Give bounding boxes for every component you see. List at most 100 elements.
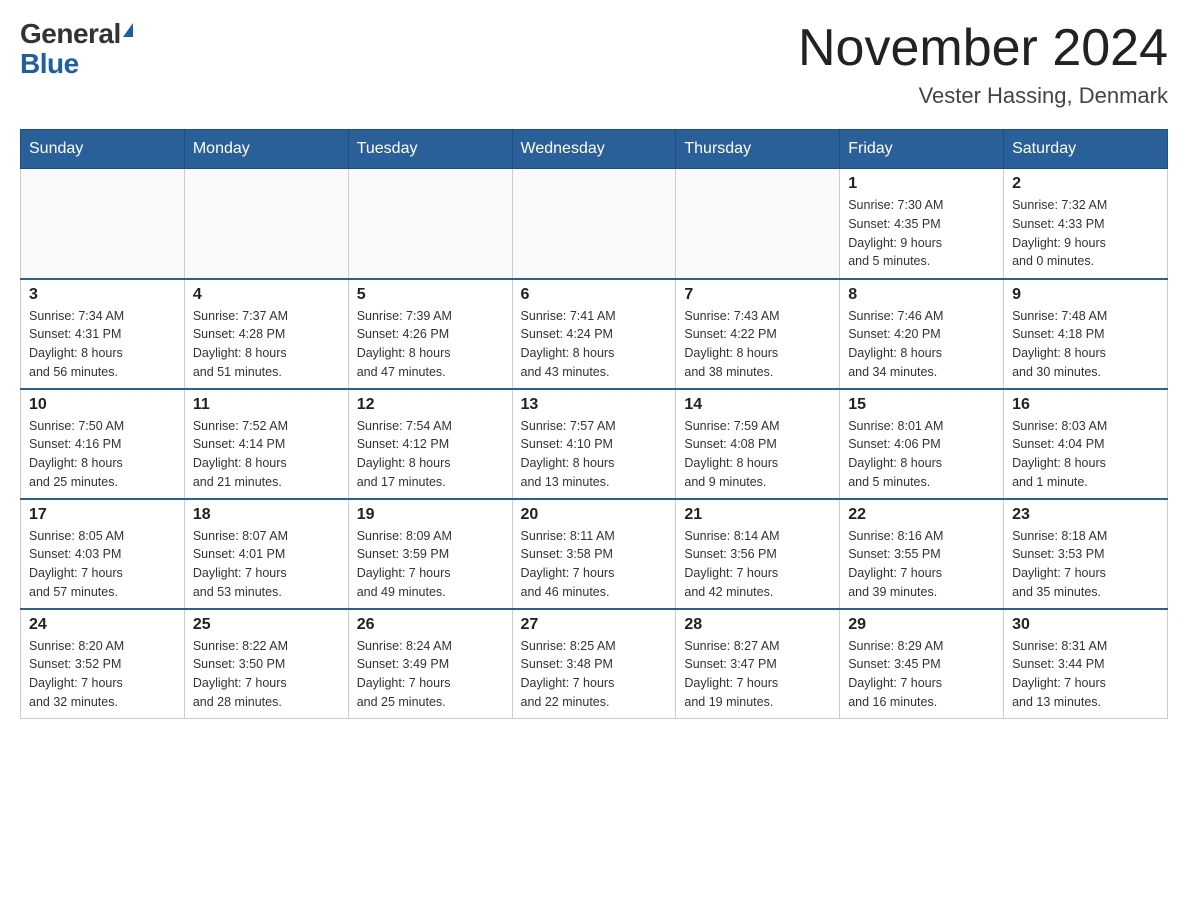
month-title: November 2024	[798, 20, 1168, 77]
day-number: 26	[357, 616, 504, 634]
day-number: 11	[193, 396, 340, 414]
calendar-cell: 19Sunrise: 8:09 AMSunset: 3:59 PMDayligh…	[348, 499, 512, 609]
day-number: 25	[193, 616, 340, 634]
day-number: 9	[1012, 286, 1159, 304]
day-info: Sunrise: 8:03 AMSunset: 4:04 PMDaylight:…	[1012, 417, 1159, 492]
day-info: Sunrise: 8:20 AMSunset: 3:52 PMDaylight:…	[29, 637, 176, 712]
calendar-cell	[184, 169, 348, 279]
calendar-week-2: 3Sunrise: 7:34 AMSunset: 4:31 PMDaylight…	[21, 279, 1168, 389]
day-number: 24	[29, 616, 176, 634]
calendar-cell: 5 Sunrise: 7:39 AMSunset: 4:26 PMDaylight…	[348, 279, 512, 389]
calendar-cell: 23 Sunrise: 8:18 AMSunset: 3:53 PMDayligh…	[1004, 499, 1168, 609]
day-info: Sunrise: 7:30 AMSunset: 4:35 PMDaylight:…	[848, 196, 995, 271]
calendar-cell: 10 Sunrise: 7:50 AMSunset: 4:16 PMDayligh…	[21, 389, 185, 499]
day-number: 4	[193, 286, 340, 304]
calendar-cell	[676, 169, 840, 279]
calendar-cell: 15 Sunrise: 8:01 AMSunset: 4:06 PMDayligh…	[840, 389, 1004, 499]
day-info: Sunrise: 7:46 AMSunset: 4:20 PMDaylight:…	[848, 307, 995, 382]
logo-general-text: General	[20, 20, 121, 48]
day-info: Sunrise: 7:54 AMSunset: 4:12 PMDaylight:…	[357, 417, 504, 492]
day-info: Sunrise: 7:48 AMSunset: 4:18 PMDaylight:…	[1012, 307, 1159, 382]
day-number: 22	[848, 506, 995, 524]
calendar-cell: 11 Sunrise: 7:52 AMSunset: 4:14 PMDayligh…	[184, 389, 348, 499]
calendar-cell: 17 Sunrise: 8:05 AMSunset: 4:03 PMDayligh…	[21, 499, 185, 609]
calendar-cell: 27 Sunrise: 8:25 AMSunset: 3:48 PMDayligh…	[512, 609, 676, 719]
day-number: 12	[357, 396, 504, 414]
day-number: 21	[684, 506, 831, 524]
day-number: 23	[1012, 506, 1159, 524]
calendar-cell: 29 Sunrise: 8:29 AMSunset: 3:45 PMDayligh…	[840, 609, 1004, 719]
day-number: 13	[521, 396, 668, 414]
day-info: Sunrise: 7:52 AMSunset: 4:14 PMDaylight:…	[193, 417, 340, 492]
calendar-week-5: 24 Sunrise: 8:20 AMSunset: 3:52 PMDayligh…	[21, 609, 1168, 719]
calendar-cell: 16 Sunrise: 8:03 AMSunset: 4:04 PMDayligh…	[1004, 389, 1168, 499]
day-info: Sunrise: 8:31 AMSunset: 3:44 PMDaylight:…	[1012, 637, 1159, 712]
calendar-cell	[21, 169, 185, 279]
day-number: 16	[1012, 396, 1159, 414]
day-info: Sunrise: 7:32 AMSunset: 4:33 PMDaylight:…	[1012, 196, 1159, 271]
day-number: 14	[684, 396, 831, 414]
calendar-cell	[512, 169, 676, 279]
calendar-cell: 14 Sunrise: 7:59 AMSunset: 4:08 PMDayligh…	[676, 389, 840, 499]
calendar-table: SundayMondayTuesdayWednesdayThursdayFrid…	[20, 129, 1168, 719]
day-info: Sunrise: 8:29 AMSunset: 3:45 PMDaylight:…	[848, 637, 995, 712]
calendar-header-row: SundayMondayTuesdayWednesdayThursdayFrid…	[21, 130, 1168, 169]
day-info: Sunrise: 7:50 AMSunset: 4:16 PMDaylight:…	[29, 417, 176, 492]
calendar-cell: 12 Sunrise: 7:54 AMSunset: 4:12 PMDayligh…	[348, 389, 512, 499]
calendar-cell: 20Sunrise: 8:11 AMSunset: 3:58 PMDayligh…	[512, 499, 676, 609]
day-number: 17	[29, 506, 176, 524]
calendar-cell: 7Sunrise: 7:43 AMSunset: 4:22 PMDaylight…	[676, 279, 840, 389]
calendar-week-1: 1 Sunrise: 7:30 AMSunset: 4:35 PMDaylight…	[21, 169, 1168, 279]
calendar-header-sunday: Sunday	[21, 130, 185, 169]
calendar-cell	[348, 169, 512, 279]
day-number: 27	[521, 616, 668, 634]
calendar-cell: 24 Sunrise: 8:20 AMSunset: 3:52 PMDayligh…	[21, 609, 185, 719]
calendar-week-3: 10 Sunrise: 7:50 AMSunset: 4:16 PMDayligh…	[21, 389, 1168, 499]
calendar-header-thursday: Thursday	[676, 130, 840, 169]
day-number: 15	[848, 396, 995, 414]
page-header: General Blue November 2024 Vester Hassin…	[20, 20, 1168, 109]
title-section: November 2024 Vester Hassing, Denmark	[798, 20, 1168, 109]
day-number: 3	[29, 286, 176, 304]
day-number: 20	[521, 506, 668, 524]
calendar-cell: 3Sunrise: 7:34 AMSunset: 4:31 PMDaylight…	[21, 279, 185, 389]
day-number: 10	[29, 396, 176, 414]
day-info: Sunrise: 8:25 AMSunset: 3:48 PMDaylight:…	[521, 637, 668, 712]
day-number: 1	[848, 175, 995, 193]
calendar-cell: 13 Sunrise: 7:57 AMSunset: 4:10 PMDayligh…	[512, 389, 676, 499]
logo: General Blue	[20, 20, 133, 80]
calendar-cell: 9 Sunrise: 7:48 AMSunset: 4:18 PMDaylight…	[1004, 279, 1168, 389]
logo-arrow-icon	[123, 23, 133, 37]
day-number: 6	[521, 286, 668, 304]
logo-blue-text: Blue	[20, 48, 79, 80]
calendar-cell: 8 Sunrise: 7:46 AMSunset: 4:20 PMDaylight…	[840, 279, 1004, 389]
day-info: Sunrise: 8:18 AMSunset: 3:53 PMDaylight:…	[1012, 527, 1159, 602]
calendar-cell: 28Sunrise: 8:27 AMSunset: 3:47 PMDayligh…	[676, 609, 840, 719]
day-info: Sunrise: 7:59 AMSunset: 4:08 PMDaylight:…	[684, 417, 831, 492]
calendar-cell: 6Sunrise: 7:41 AMSunset: 4:24 PMDaylight…	[512, 279, 676, 389]
day-info: Sunrise: 7:57 AMSunset: 4:10 PMDaylight:…	[521, 417, 668, 492]
calendar-cell: 21 Sunrise: 8:14 AMSunset: 3:56 PMDayligh…	[676, 499, 840, 609]
day-number: 8	[848, 286, 995, 304]
calendar-header-monday: Monday	[184, 130, 348, 169]
day-info: Sunrise: 8:14 AMSunset: 3:56 PMDaylight:…	[684, 527, 831, 602]
day-info: Sunrise: 7:37 AMSunset: 4:28 PMDaylight:…	[193, 307, 340, 382]
day-number: 2	[1012, 175, 1159, 193]
day-info: Sunrise: 8:01 AMSunset: 4:06 PMDaylight:…	[848, 417, 995, 492]
day-info: Sunrise: 8:24 AMSunset: 3:49 PMDaylight:…	[357, 637, 504, 712]
day-info: Sunrise: 8:09 AMSunset: 3:59 PMDaylight:…	[357, 527, 504, 602]
day-info: Sunrise: 8:05 AMSunset: 4:03 PMDaylight:…	[29, 527, 176, 602]
day-info: Sunrise: 8:16 AMSunset: 3:55 PMDaylight:…	[848, 527, 995, 602]
calendar-header-wednesday: Wednesday	[512, 130, 676, 169]
day-number: 7	[684, 286, 831, 304]
day-number: 5	[357, 286, 504, 304]
day-number: 30	[1012, 616, 1159, 634]
calendar-cell: 30 Sunrise: 8:31 AMSunset: 3:44 PMDayligh…	[1004, 609, 1168, 719]
calendar-cell: 25Sunrise: 8:22 AMSunset: 3:50 PMDayligh…	[184, 609, 348, 719]
location-text: Vester Hassing, Denmark	[798, 83, 1168, 109]
day-info: Sunrise: 8:27 AMSunset: 3:47 PMDaylight:…	[684, 637, 831, 712]
calendar-header-tuesday: Tuesday	[348, 130, 512, 169]
day-number: 29	[848, 616, 995, 634]
day-info: Sunrise: 7:39 AMSunset: 4:26 PMDaylight:…	[357, 307, 504, 382]
calendar-cell: 18Sunrise: 8:07 AMSunset: 4:01 PMDayligh…	[184, 499, 348, 609]
